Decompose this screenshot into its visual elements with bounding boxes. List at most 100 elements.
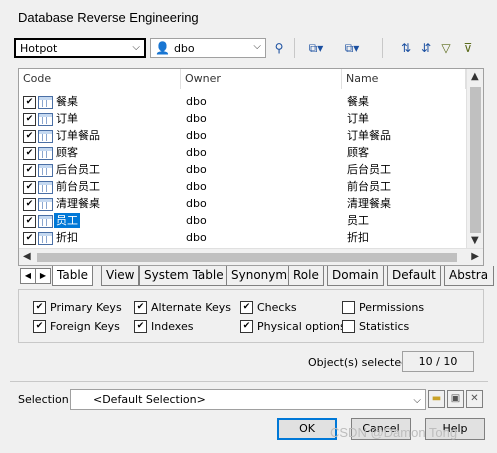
table-icon: [38, 96, 53, 109]
row-code: 前台员工: [56, 180, 100, 193]
column-header-owner[interactable]: Owner: [181, 69, 342, 89]
row-name: 餐桌: [347, 95, 369, 108]
checkbox[interactable]: ✔: [240, 320, 253, 333]
ok-button[interactable]: OK: [277, 418, 337, 440]
table-row[interactable]: ✔ 餐桌 dbo 餐桌: [19, 93, 466, 110]
selection-value: <Default Selection>: [93, 393, 206, 406]
selection-combo[interactable]: <Default Selection> ⌵: [70, 389, 426, 410]
divider: [10, 381, 488, 382]
checkbox[interactable]: [342, 320, 355, 333]
deselect-icon[interactable]: ⧉▾: [339, 40, 365, 56]
row-owner: dbo: [186, 163, 207, 176]
owner-combo[interactable]: 👤 dbo ⌵: [150, 38, 266, 58]
scroll-thumb[interactable]: [37, 253, 457, 262]
row-owner: dbo: [186, 197, 207, 210]
tab-prev-icon[interactable]: ◀: [20, 268, 36, 284]
filter-icon[interactable]: ▽: [438, 40, 454, 56]
scroll-right-icon[interactable]: ▶: [471, 251, 479, 262]
table-row[interactable]: ✔ 员工 dbo 员工: [19, 212, 466, 229]
options-group: ✔ Primary Keys ✔ Alternate Keys ✔ Checks Pe…: [18, 289, 484, 343]
checkbox[interactable]: ✔: [240, 301, 253, 314]
scroll-up-icon[interactable]: ▲: [471, 71, 479, 82]
row-checkbox[interactable]: ✔: [23, 113, 36, 126]
window-title: Database Reverse Engineering: [18, 10, 199, 25]
clear-filter-icon[interactable]: ⊽: [460, 40, 476, 56]
delete-selection-icon[interactable]: ✕: [466, 390, 483, 408]
row-checkbox[interactable]: ✔: [23, 232, 36, 245]
row-owner: dbo: [186, 180, 207, 193]
option-physical-options[interactable]: ✔ Physical options: [240, 320, 346, 333]
vertical-scrollbar[interactable]: ▲ ▼: [466, 69, 483, 250]
tab-role[interactable]: Role: [288, 266, 324, 286]
object-list[interactable]: Code Owner Name ✔ 餐桌 dbo 餐桌 ✔ 订单 dbo 订单 ✔ 订单餐品 dbo…: [18, 68, 484, 266]
row-checkbox[interactable]: ✔: [23, 147, 36, 160]
option-indexes[interactable]: ✔ Indexes: [134, 320, 193, 333]
table-icon: [38, 164, 53, 177]
scroll-left-icon[interactable]: ◀: [23, 251, 31, 262]
row-owner: dbo: [186, 112, 207, 125]
row-owner: dbo: [186, 146, 207, 159]
row-name: 前台员工: [347, 180, 391, 193]
option-foreign-keys[interactable]: ✔ Foreign Keys: [33, 320, 120, 333]
table-icon: [38, 147, 53, 160]
tab-default[interactable]: Default: [387, 266, 441, 286]
column-header-code[interactable]: Code: [19, 69, 181, 89]
selection-label: Selection:: [18, 393, 73, 406]
table-row[interactable]: ✔ 顾客 dbo 顾客: [19, 144, 466, 161]
chevron-down-icon[interactable]: ⌵: [253, 41, 261, 52]
row-checkbox[interactable]: ✔: [23, 130, 36, 143]
row-checkbox[interactable]: ✔: [23, 198, 36, 211]
option-alternate-keys[interactable]: ✔ Alternate Keys: [134, 301, 231, 314]
horizontal-scrollbar[interactable]: ◀ ▶: [19, 248, 483, 265]
checkbox[interactable]: ✔: [134, 301, 147, 314]
row-name: 清理餐桌: [347, 197, 391, 210]
row-checkbox[interactable]: ✔: [23, 215, 36, 228]
checkbox[interactable]: ✔: [134, 320, 147, 333]
open-folder-icon[interactable]: ▬: [428, 390, 445, 408]
tab-table[interactable]: Table: [52, 266, 94, 286]
table-row[interactable]: ✔ 折扣 dbo 折扣: [19, 229, 466, 246]
chevron-down-icon[interactable]: ⌵: [132, 42, 140, 53]
chevron-down-icon[interactable]: ⌵: [413, 391, 421, 410]
option-checks[interactable]: ✔ Checks: [240, 301, 297, 314]
table-row[interactable]: ✔ 后台员工 dbo 后台员工: [19, 161, 466, 178]
objects-selected-value: 10 / 10: [402, 351, 474, 372]
tab-synonym[interactable]: Synonym: [226, 266, 293, 286]
option-statistics[interactable]: Statistics: [342, 320, 409, 333]
checkbox[interactable]: ✔: [33, 320, 46, 333]
tab-next-icon[interactable]: ▶: [35, 268, 51, 284]
row-code: 员工: [54, 213, 80, 228]
table-row[interactable]: ✔ 订单餐品 dbo 订单餐品: [19, 127, 466, 144]
dbms-combo[interactable]: Hotpot ⌵: [14, 38, 146, 58]
tab-domain[interactable]: Domain: [327, 266, 384, 286]
row-checkbox[interactable]: ✔: [23, 96, 36, 109]
option-primary-keys[interactable]: ✔ Primary Keys: [33, 301, 122, 314]
scroll-thumb[interactable]: [470, 87, 481, 233]
table-row[interactable]: ✔ 前台员工 dbo 前台员工: [19, 178, 466, 195]
objects-selected-label: Object(s) selected:: [308, 356, 412, 369]
toolbar-separator: [382, 38, 383, 58]
table-row[interactable]: ✔ 订单 dbo 订单: [19, 110, 466, 127]
select-all-icon[interactable]: ⧉▾: [303, 40, 329, 56]
sort-desc-icon[interactable]: ⇵: [418, 40, 434, 56]
row-name: 顾客: [347, 146, 369, 159]
tab-system-table[interactable]: System Table: [139, 266, 229, 286]
table-icon: [38, 215, 53, 228]
option-permissions[interactable]: Permissions: [342, 301, 424, 314]
row-code: 清理餐桌: [56, 197, 100, 210]
tab-view[interactable]: View: [101, 266, 140, 286]
save-selection-icon[interactable]: ▣: [447, 390, 464, 408]
row-checkbox[interactable]: ✔: [23, 181, 36, 194]
toolbar-separator: [294, 38, 295, 58]
row-code: 后台员工: [56, 163, 100, 176]
row-checkbox[interactable]: ✔: [23, 164, 36, 177]
column-header-name[interactable]: Name: [342, 69, 466, 89]
user-filter-icon[interactable]: ⚲: [271, 40, 287, 56]
table-row[interactable]: ✔ 清理餐桌 dbo 清理餐桌: [19, 195, 466, 212]
checkbox[interactable]: ✔: [33, 301, 46, 314]
scroll-down-icon[interactable]: ▼: [471, 235, 479, 246]
tab-abstract[interactable]: Abstra: [444, 266, 494, 286]
sort-asc-icon[interactable]: ⇅: [398, 40, 414, 56]
checkbox[interactable]: [342, 301, 355, 314]
row-owner: dbo: [186, 95, 207, 108]
